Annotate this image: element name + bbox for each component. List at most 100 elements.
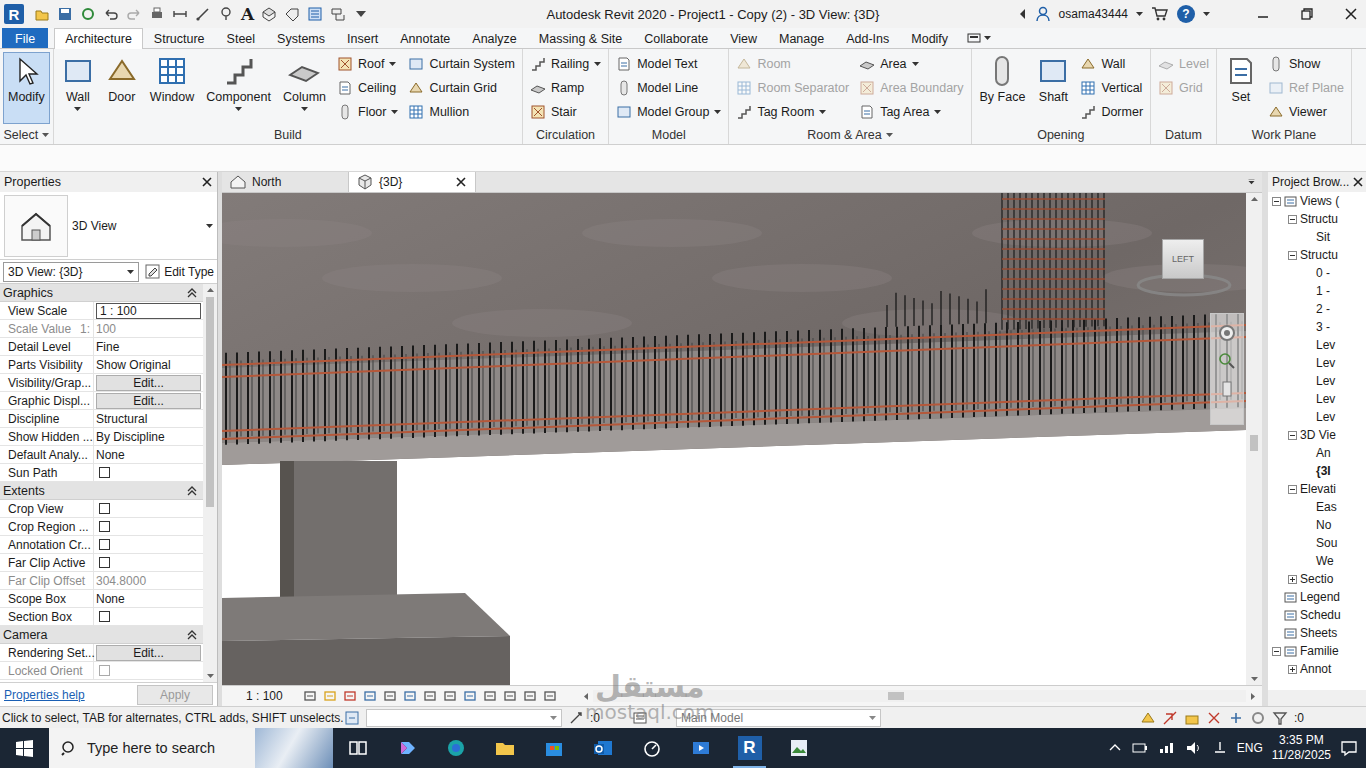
property-group[interactable]: Graphics <box>0 284 203 302</box>
ribbon-tab[interactable]: Insert <box>336 28 389 48</box>
link-icon[interactable] <box>1140 710 1156 726</box>
viewcube-face[interactable]: LEFT <box>1162 239 1204 279</box>
edit-button[interactable]: Edit... <box>96 375 201 391</box>
toolbar-icon[interactable] <box>172 6 188 22</box>
ribbon-tab[interactable]: Massing & Site <box>528 28 633 48</box>
tab-list-icon[interactable] <box>1247 179 1256 185</box>
windows-icon[interactable] <box>15 739 34 758</box>
collapse-icon[interactable] <box>186 485 198 497</box>
user-name[interactable]: osama43444 <box>1059 7 1128 21</box>
ribbon-tool[interactable]: Area Boundary <box>859 76 963 100</box>
taskbar-app[interactable] <box>431 728 480 768</box>
photos-icon[interactable] <box>789 738 809 758</box>
collapse-icon[interactable] <box>1288 251 1297 260</box>
ribbon-tool[interactable]: Door <box>101 52 143 124</box>
taskbar-app[interactable] <box>578 728 627 768</box>
tree-item[interactable]: We <box>1268 552 1366 570</box>
search-box[interactable]: Type here to search <box>49 728 255 768</box>
expand-icon[interactable] <box>1288 575 1297 584</box>
ribbon-tool[interactable]: Window <box>145 52 199 124</box>
close-icon[interactable] <box>455 176 467 188</box>
dropdown-arrow-icon[interactable] <box>206 224 213 228</box>
ribbon-tool[interactable]: Room <box>736 52 849 76</box>
start-button[interactable] <box>0 728 49 768</box>
toolbar-icon[interactable] <box>353 6 369 22</box>
dropdown-arrow-icon[interactable] <box>819 110 826 114</box>
dropdown-arrow-icon[interactable] <box>934 110 941 114</box>
dropdown-arrow-icon[interactable] <box>594 62 601 66</box>
view-control-icon[interactable] <box>303 689 317 703</box>
edit-type-button[interactable]: Edit Type <box>145 264 214 279</box>
close-window-icon[interactable] <box>1344 7 1358 21</box>
media-icon[interactable] <box>691 738 711 758</box>
ribbon-tool[interactable]: Floor <box>337 100 398 124</box>
ribbon-toggle[interactable] <box>959 28 991 48</box>
tree-item[interactable]: Lev <box>1268 408 1366 426</box>
pinned-icon[interactable] <box>1162 710 1178 726</box>
file-explorer-icon[interactable] <box>495 738 515 758</box>
cart-icon[interactable] <box>1151 6 1169 22</box>
view-control-icon[interactable] <box>483 689 497 703</box>
tree-item[interactable]: Familie <box>1268 642 1366 660</box>
restore-icon[interactable] <box>1300 7 1314 21</box>
tree-item[interactable]: {3I <box>1268 462 1366 480</box>
collapse-icon[interactable] <box>186 629 198 641</box>
ribbon-tab[interactable]: Add-Ins <box>835 28 900 48</box>
tree-item[interactable]: No <box>1268 516 1366 534</box>
ribbon-tool[interactable]: Ref Plane <box>1268 76 1344 100</box>
ribbon-tab[interactable]: Collaborate <box>633 28 719 48</box>
tree-item[interactable]: 3 - <box>1268 318 1366 336</box>
ribbon-tab[interactable]: Architecture <box>54 28 143 49</box>
toolbar-icon[interactable] <box>261 6 277 22</box>
checkbox[interactable] <box>99 521 110 532</box>
background-process-icon[interactable] <box>1250 710 1266 726</box>
tree-item[interactable]: Legend <box>1268 588 1366 606</box>
edit-button[interactable]: Edit... <box>96 393 201 409</box>
dropdown-arrow-icon[interactable] <box>235 107 242 111</box>
taskbar-app[interactable] <box>627 728 676 768</box>
ribbon-tool[interactable]: Set <box>1220 52 1262 124</box>
orbit-icon[interactable] <box>1218 380 1236 398</box>
tree-item[interactable]: Sheets <box>1268 624 1366 642</box>
toolbar-icon[interactable] <box>195 6 211 22</box>
view-control-icon[interactable] <box>423 689 437 703</box>
underlay-icon[interactable] <box>1184 710 1200 726</box>
3d-viewport[interactable]: LEFT <box>222 193 1246 685</box>
apply-button[interactable]: Apply <box>137 685 213 705</box>
notification-icon[interactable] <box>1340 739 1358 757</box>
ribbon-tool[interactable]: Area <box>859 52 963 76</box>
copilot-icon[interactable] <box>397 738 417 758</box>
show-hidden-icon[interactable] <box>1108 742 1122 754</box>
collapse-icon[interactable] <box>186 287 198 299</box>
checkbox[interactable] <box>99 557 110 568</box>
scroll-thumb[interactable] <box>1250 435 1258 451</box>
scroll-left-icon[interactable] <box>583 692 589 701</box>
dropdown-arrow-icon[interactable] <box>301 107 308 111</box>
value-text[interactable]: By Discipline <box>96 430 165 444</box>
collapse-icon[interactable] <box>1288 215 1297 224</box>
ribbon-tab[interactable]: File <box>2 28 48 48</box>
tree-item[interactable]: 0 - <box>1268 264 1366 282</box>
tree-item[interactable]: Elevati <box>1268 480 1366 498</box>
view-scale[interactable]: 1 : 100 <box>246 689 283 703</box>
tree-item[interactable]: Sou <box>1268 534 1366 552</box>
scroll-up-icon[interactable] <box>206 287 215 293</box>
value-field[interactable]: 1 : 100 <box>96 303 201 319</box>
dropdown-arrow-icon[interactable] <box>1203 12 1210 16</box>
edit-button[interactable]: Edit... <box>96 645 201 661</box>
view-tab[interactable]: North <box>222 172 349 192</box>
toolbar-icon[interactable] <box>57 6 73 22</box>
ribbon-tool[interactable]: Show <box>1268 52 1344 76</box>
property-group[interactable]: Camera <box>0 626 203 644</box>
ribbon-tab[interactable]: View <box>719 28 768 48</box>
tree-item[interactable]: Lev <box>1268 372 1366 390</box>
dropdown-arrow-icon[interactable] <box>869 716 876 720</box>
checkbox[interactable] <box>99 539 110 550</box>
edge-icon[interactable] <box>446 738 466 758</box>
ribbon-tool[interactable]: Stair <box>530 100 601 124</box>
tree-item[interactable]: Sectio <box>1268 570 1366 588</box>
ribbon-tool[interactable]: Railing <box>530 52 601 76</box>
ribbon-tab[interactable]: Systems <box>266 28 336 48</box>
view-control-icon[interactable] <box>403 689 417 703</box>
scrollbar[interactable] <box>203 284 217 682</box>
